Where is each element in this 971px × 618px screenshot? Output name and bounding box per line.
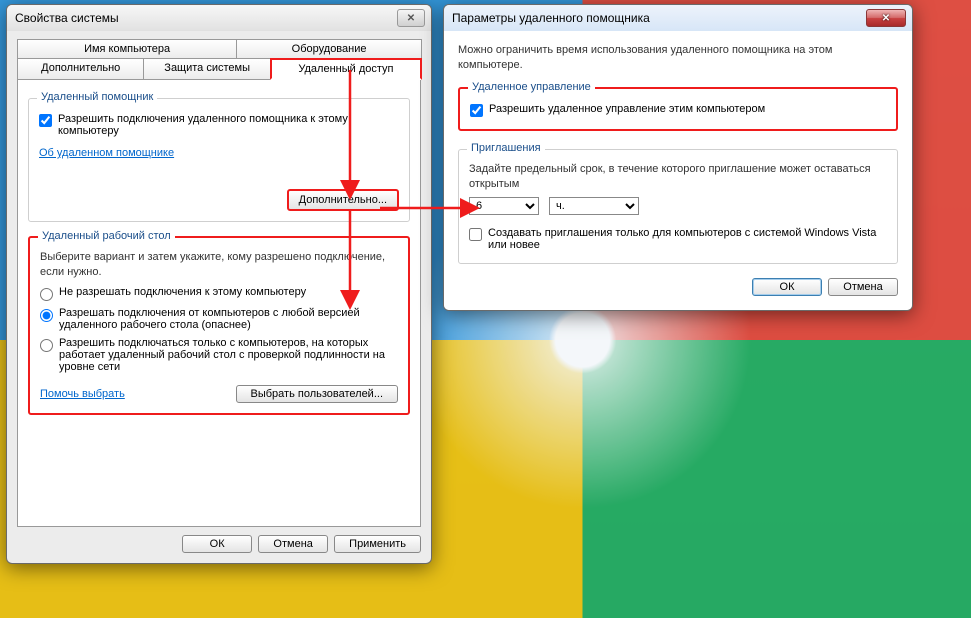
select-duration-unit[interactable]: ч. xyxy=(549,197,639,215)
window-title-ra: Параметры удаленного помощника xyxy=(452,11,650,25)
close-icon[interactable]: ✕ xyxy=(397,9,425,27)
tab-computer-name[interactable]: Имя компьютера xyxy=(17,39,237,59)
legend-remote-desktop: Удаленный рабочий стол xyxy=(38,230,175,242)
button-cancel[interactable]: Отмена xyxy=(258,535,328,553)
radio-rd-any[interactable] xyxy=(40,309,53,322)
window-title: Свойства системы xyxy=(15,11,119,25)
label-allow-assistant: Разрешить подключения удаленного помощни… xyxy=(58,113,399,137)
checkbox-allow-assistant[interactable] xyxy=(39,114,52,127)
titlebar-sysprops[interactable]: Свойства системы ✕ xyxy=(7,5,431,31)
radio-rd-none[interactable] xyxy=(40,288,53,301)
button-ok[interactable]: ОК xyxy=(182,535,252,553)
radio-rd-nla[interactable] xyxy=(40,339,53,352)
group-invitations: Приглашения Задайте предельный срок, в т… xyxy=(458,149,898,265)
legend-invitations: Приглашения xyxy=(467,142,545,154)
tab-advanced[interactable]: Дополнительно xyxy=(17,58,144,80)
legend-remote-assistant: Удаленный помощник xyxy=(37,91,157,103)
label-vista-only: Создавать приглашения только для компьют… xyxy=(488,227,887,251)
label-rd-nla: Разрешить подключаться только с компьюте… xyxy=(59,337,398,373)
label-rd-any: Разрешать подключения от компьютеров с л… xyxy=(59,307,398,331)
invites-desc: Задайте предельный срок, в течение котор… xyxy=(469,162,887,192)
select-duration-value[interactable]: 6 xyxy=(469,197,539,215)
checkbox-allow-remote-control[interactable] xyxy=(470,104,483,117)
link-help-choose[interactable]: Помочь выбрать xyxy=(40,388,125,400)
tab-hardware[interactable]: Оборудование xyxy=(236,39,422,59)
group-remote-assistant: Удаленный помощник Разрешить подключения… xyxy=(28,98,410,222)
label-allow-remote-control: Разрешить удаленное управление этим комп… xyxy=(489,103,765,115)
group-remote-desktop: Удаленный рабочий стол Выберите вариант … xyxy=(28,236,410,415)
button-apply[interactable]: Применить xyxy=(334,535,421,553)
button-select-users[interactable]: Выбрать пользователей... xyxy=(236,385,399,403)
remote-assistance-settings-window: Параметры удаленного помощника ✕ Можно о… xyxy=(443,4,913,311)
button-advanced[interactable]: Дополнительно... xyxy=(287,189,399,211)
legend-remote-control: Удаленное управление xyxy=(468,81,595,93)
tab-system-protection[interactable]: Защита системы xyxy=(143,58,270,80)
label-rd-none: Не разрешать подключения к этому компьют… xyxy=(59,286,306,298)
system-properties-window: Свойства системы ✕ Имя компьютера Оборуд… xyxy=(6,4,432,564)
button-ok-ra[interactable]: ОК xyxy=(752,278,822,296)
checkbox-vista-only[interactable] xyxy=(469,228,482,241)
close-icon[interactable]: ✕ xyxy=(866,9,906,27)
tab-remote[interactable]: Удаленный доступ xyxy=(270,58,422,80)
group-remote-control: Удаленное управление Разрешить удаленное… xyxy=(458,87,898,131)
titlebar-raparams[interactable]: Параметры удаленного помощника ✕ xyxy=(444,5,912,31)
rd-desc: Выберите вариант и затем укажите, кому р… xyxy=(40,250,398,280)
button-cancel-ra[interactable]: Отмена xyxy=(828,278,898,296)
ra-desc: Можно ограничить время использования уда… xyxy=(458,43,898,73)
link-about-assistant[interactable]: Об удаленном помощнике xyxy=(39,147,174,159)
